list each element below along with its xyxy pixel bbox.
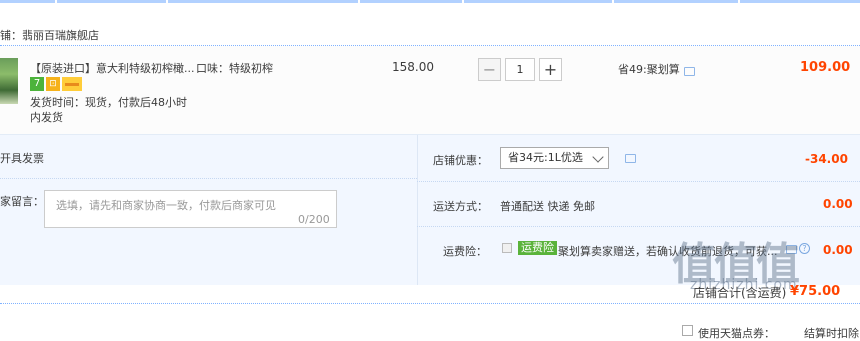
header-rule — [0, 0, 860, 3]
item-row-total: 109.00 — [800, 60, 851, 75]
shop-discount-label: 店铺优惠： — [433, 154, 488, 167]
points-note: 结算时扣除 — [804, 327, 859, 340]
decrease-quantity-button[interactable]: − — [478, 58, 501, 81]
shop-prefix: 铺： — [0, 29, 22, 42]
shop-name-link[interactable]: 翡丽百瑞旗舰店 — [22, 29, 99, 42]
ship-time-line1: 发货时间：现货，付款后48小时 — [30, 96, 187, 109]
invoice-label[interactable]: 开具发票 — [0, 150, 44, 166]
points-checkbox[interactable] — [682, 325, 693, 336]
shipping-value: 0.00 — [823, 197, 853, 211]
seven-day-return-icon[interactable]: 7 — [30, 77, 44, 91]
item-title-link[interactable]: 【原装进口】意大利特级初榨橄... — [30, 60, 195, 76]
shop-name-row: 铺：翡丽百瑞旗舰店 — [0, 27, 99, 43]
ship-time: 发货时间：现货，付款后48小时 内发货 — [30, 95, 187, 125]
shop-discount-select[interactable]: 省34元:1L优选 — [500, 147, 609, 169]
divider — [417, 226, 860, 227]
quantity-input[interactable]: 1 — [505, 58, 535, 81]
divider — [417, 135, 418, 285]
increase-quantity-button[interactable]: + — [539, 58, 562, 81]
divider — [0, 178, 417, 179]
caret-down-icon — [592, 151, 604, 163]
help-icon[interactable]: ? — [799, 243, 810, 254]
buyer-message-label: 家留言： — [0, 195, 44, 208]
divider — [0, 303, 860, 304]
chat-icon[interactable] — [625, 154, 636, 163]
shipping-label: 运送方式： — [433, 200, 488, 213]
shop-discount-selected: 省34元:1L优选 — [508, 151, 583, 164]
item-badges: 7 ⊡ — [30, 77, 82, 91]
item-sku: 口味：特级初榨 — [196, 62, 273, 75]
shop-discount-value: -34.00 — [805, 152, 848, 166]
insurance-label: 运费险： — [443, 245, 487, 258]
credit-card-icon[interactable] — [62, 77, 82, 91]
quantity-stepper: − 1 + — [478, 58, 562, 81]
divider — [417, 181, 860, 182]
shipping-method: 普通配送 快递 免邮 — [500, 200, 595, 213]
insurance-tag: 运费险 — [518, 241, 557, 255]
product-thumbnail[interactable] — [0, 58, 18, 104]
shop-total-value: ¥75.00 — [790, 284, 841, 299]
points-label: 使用天猫点券： — [698, 327, 775, 340]
insurance-value: 0.00 — [823, 243, 853, 257]
shop-total-label: 店铺合计(含运费) — [693, 286, 787, 300]
guarantee-icon[interactable]: ⊡ — [46, 77, 60, 91]
buyer-message-count: 0/200 — [298, 213, 330, 226]
unit-price: 158.00 — [392, 60, 434, 74]
buyer-message-placeholder: 选填，请先和商家协商一致，付款后商家可见 — [56, 199, 276, 212]
chat-icon[interactable] — [684, 67, 695, 76]
ship-time-line2: 内发货 — [30, 111, 63, 124]
insurance-checkbox[interactable] — [502, 243, 512, 253]
savings-note: 省49:聚划算 — [618, 63, 680, 76]
